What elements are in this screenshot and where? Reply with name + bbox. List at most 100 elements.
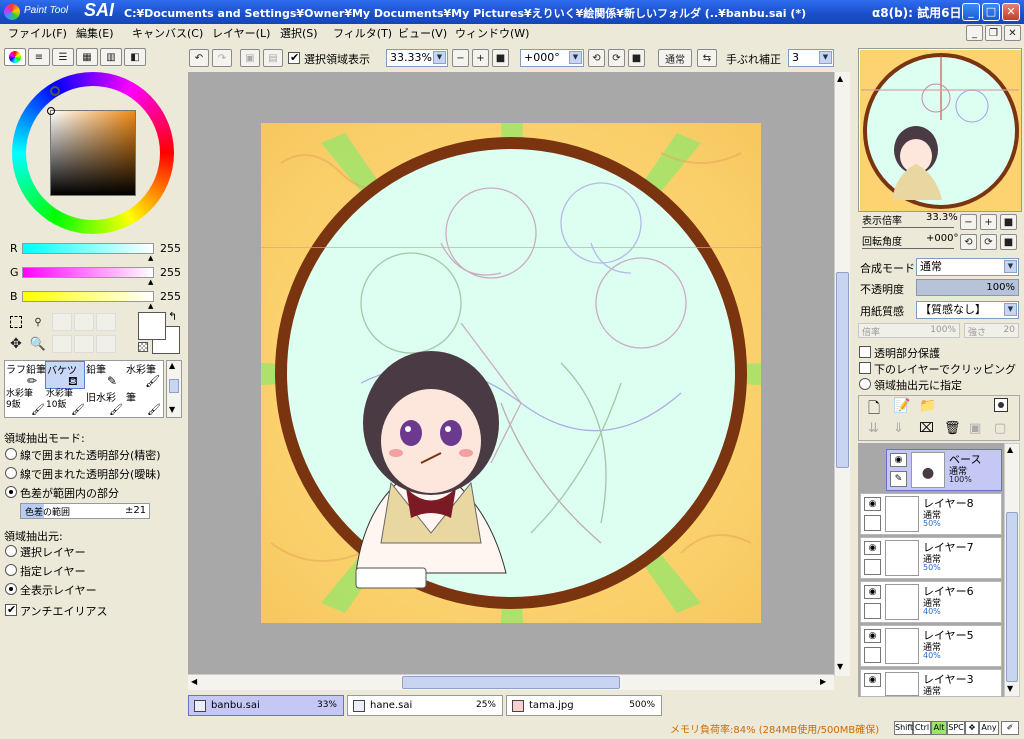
- b-slider[interactable]: [22, 291, 154, 302]
- flip-horizontal-icon[interactable]: ⇆: [697, 49, 717, 67]
- nav-rotate-reset-button[interactable]: ■: [1000, 234, 1017, 250]
- zoom-in-button[interactable]: +: [472, 49, 489, 67]
- tool-brush[interactable]: 筆 🖌: [125, 389, 163, 417]
- lock-icon[interactable]: [864, 647, 881, 663]
- hsv-slider-mode-icon[interactable]: ☰: [52, 48, 74, 66]
- rotation-select[interactable]: +000° ▼: [520, 49, 584, 67]
- minimize-button[interactable]: _: [962, 3, 980, 21]
- new-linework-layer-icon[interactable]: 📝: [893, 398, 910, 414]
- rotate-reset-button[interactable]: ■: [628, 49, 645, 67]
- fill-source-radio-all[interactable]: [5, 583, 17, 595]
- rgb-slider-mode-icon[interactable]: ≡: [28, 48, 50, 66]
- blend-mode-select[interactable]: 通常 ▼: [916, 258, 1019, 276]
- fill-source-radio-selected[interactable]: [5, 545, 17, 557]
- undo-icon[interactable]: ↶: [189, 49, 209, 67]
- menu-layer[interactable]: レイヤー(L): [212, 26, 270, 42]
- sv-square[interactable]: [47, 107, 136, 196]
- fill-mode-radio-precise[interactable]: [5, 448, 17, 460]
- scroll-thumb[interactable]: [1006, 512, 1018, 682]
- zoom-reset-button[interactable]: ■: [492, 49, 509, 67]
- scratch-pad-icon[interactable]: ◧: [124, 48, 146, 66]
- chevron-up-icon[interactable]: ▲: [169, 361, 175, 370]
- primary-color-swatch[interactable]: [138, 312, 166, 340]
- hue-marker-icon[interactable]: [50, 86, 60, 96]
- fill-source-radio-specified[interactable]: [5, 564, 17, 576]
- r-slider[interactable]: [22, 243, 154, 254]
- menu-file[interactable]: ファイル(F): [8, 26, 67, 42]
- tool-pencil[interactable]: 鉛筆 ✎: [85, 361, 125, 389]
- doc-minimize-button[interactable]: _: [966, 25, 983, 41]
- delete-layer-icon[interactable]: 🗑: [944, 421, 961, 436]
- redo-icon[interactable]: ↷: [212, 49, 232, 67]
- nav-zoom-out-button[interactable]: −: [960, 214, 977, 230]
- invert-selection-icon[interactable]: ▤: [263, 49, 283, 67]
- chevron-up-icon[interactable]: ▲: [1007, 445, 1013, 454]
- eye-icon[interactable]: ◉: [864, 673, 881, 687]
- antialias-checkbox[interactable]: ✔: [5, 603, 17, 616]
- tool-watercolor-9[interactable]: 水彩筆 9鈑 🖌: [5, 389, 45, 417]
- scroll-thumb[interactable]: [402, 676, 620, 689]
- nav-zoom-slider[interactable]: [862, 224, 954, 228]
- layer-item-5[interactable]: ◉ レイヤー5 通常 40%: [860, 625, 1002, 667]
- new-folder-icon[interactable]: 📁: [919, 398, 936, 414]
- rotate-left-button[interactable]: ⟲: [588, 49, 605, 67]
- swatch-mode-icon[interactable]: ▥: [100, 48, 122, 66]
- chevron-down-icon[interactable]: ▼: [1007, 684, 1013, 693]
- tool-bucket[interactable]: バケツ ⛾: [45, 361, 85, 389]
- layer-list-scrollbar[interactable]: ▲ ▼: [1004, 443, 1020, 697]
- r-slider-thumb-icon[interactable]: ▲: [148, 254, 153, 262]
- layer-item-base[interactable]: ◉ ✎ ベース 通常 100%: [886, 449, 1002, 491]
- menu-edit[interactable]: 編集(E): [76, 26, 114, 42]
- eye-icon[interactable]: ◉: [864, 629, 881, 643]
- b-slider-thumb-icon[interactable]: ▲: [148, 302, 153, 310]
- nav-rotate-left-button[interactable]: ⟲: [960, 234, 977, 250]
- color-range-slider[interactable]: 色差の範囲 ±21: [20, 503, 150, 519]
- close-button[interactable]: ✕: [1002, 3, 1020, 21]
- stabilizer-select[interactable]: 3 ▼: [788, 49, 834, 67]
- chevron-down-icon[interactable]: ▼: [169, 405, 175, 414]
- transparent-color-icon[interactable]: [138, 342, 148, 352]
- canvas-horizontal-scrollbar[interactable]: ◀ ▶: [188, 674, 834, 690]
- chevron-left-icon[interactable]: ◀: [191, 677, 197, 686]
- select-rect-icon[interactable]: [6, 313, 26, 331]
- eye-icon[interactable]: ◉: [890, 453, 907, 467]
- palette-mode-icon[interactable]: ▦: [76, 48, 98, 66]
- layer-mask-icon[interactable]: [994, 398, 1008, 412]
- nav-rotate-right-button[interactable]: ⟳: [980, 234, 997, 250]
- deselect-icon[interactable]: ▣: [240, 49, 260, 67]
- layer-item-8[interactable]: ◉ レイヤー8 通常 50%: [860, 493, 1002, 535]
- canvas-vertical-scrollbar[interactable]: ▲ ▼: [834, 72, 850, 676]
- protect-alpha-checkbox[interactable]: [859, 346, 871, 358]
- layer-item-6[interactable]: ◉ レイヤー6 通常 40%: [860, 581, 1002, 623]
- tab-tama[interactable]: tama.jpg 500%: [506, 695, 662, 716]
- show-selection-checkbox[interactable]: ✔: [288, 51, 300, 64]
- eye-icon[interactable]: ◉: [864, 497, 881, 511]
- paper-texture-select[interactable]: 【質感なし】 ▼: [916, 301, 1019, 319]
- menu-view[interactable]: ビュー(V): [398, 26, 447, 42]
- tool-watercolor-10[interactable]: 水彩筆 10鈑 🖌: [45, 389, 85, 417]
- maximize-button[interactable]: □: [982, 3, 1000, 21]
- chevron-down-icon[interactable]: ▼: [837, 662, 843, 671]
- layer-item-3[interactable]: ◉ レイヤー3 通常: [860, 669, 1002, 697]
- navigator-viewport-frame[interactable]: [861, 89, 1019, 91]
- doc-restore-button[interactable]: ❐: [985, 25, 1002, 41]
- rotate-right-button[interactable]: ⟳: [608, 49, 625, 67]
- tab-hane[interactable]: hane.sai 25%: [347, 695, 503, 716]
- fill-mode-radio-fuzzy[interactable]: [5, 467, 17, 479]
- eye-icon[interactable]: ◉: [864, 585, 881, 599]
- nav-zoom-reset-button[interactable]: ■: [1000, 214, 1017, 230]
- tool-grid-scrollbar[interactable]: ▲ ▼: [166, 360, 182, 418]
- opacity-slider[interactable]: 100%: [916, 279, 1019, 296]
- lock-icon[interactable]: [864, 515, 881, 531]
- zoom-out-button[interactable]: −: [452, 49, 469, 67]
- new-layer-icon[interactable]: 🗋: [868, 398, 880, 423]
- menu-window[interactable]: ウィンドウ(W): [455, 26, 529, 42]
- layer-item-7[interactable]: ◉ レイヤー7 通常 50%: [860, 537, 1002, 579]
- brush-lock-icon[interactable]: ✎: [890, 471, 907, 487]
- view-mode-button[interactable]: 通常: [658, 49, 692, 67]
- magic-wand-icon[interactable]: ⚲: [28, 313, 48, 331]
- clear-layer-icon[interactable]: ⌧: [919, 421, 934, 436]
- nav-zoom-in-button[interactable]: +: [980, 214, 997, 230]
- zoom-select[interactable]: 33.33% ▼: [386, 49, 448, 67]
- eye-icon[interactable]: ◉: [864, 541, 881, 555]
